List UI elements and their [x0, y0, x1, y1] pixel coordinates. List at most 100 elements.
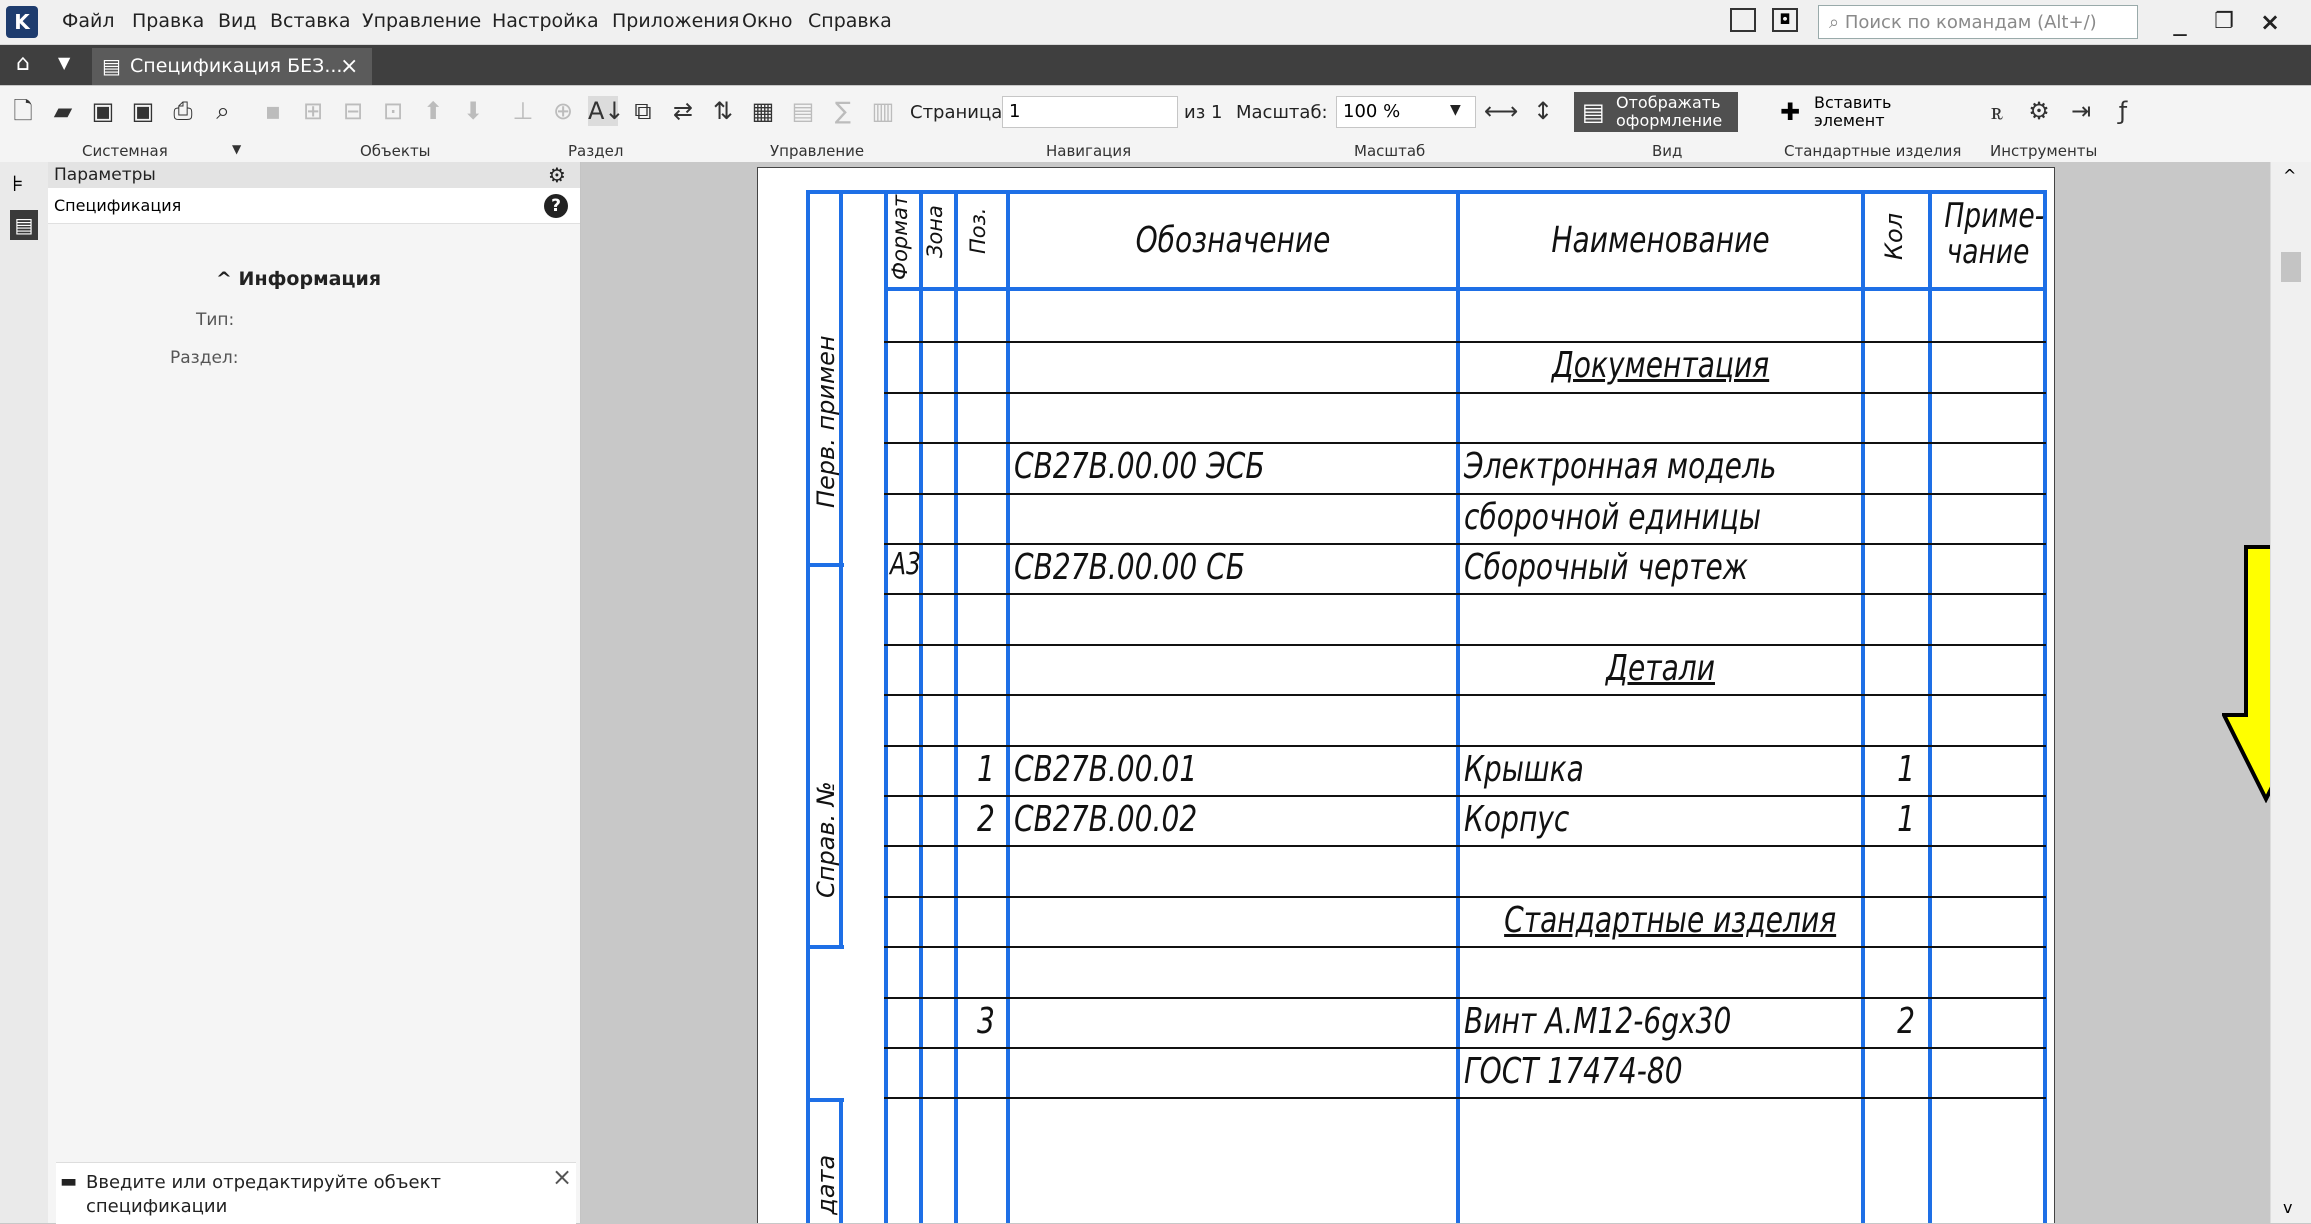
table-row[interactable]: [884, 946, 2046, 996]
sort-icon[interactable]: A↓: [588, 96, 625, 126]
sum-icon[interactable]: ∑: [828, 96, 858, 126]
table-icon[interactable]: ▤: [788, 96, 818, 126]
show-format-button[interactable]: ▤ Отображать оформление: [1574, 92, 1738, 132]
table-row[interactable]: 1 СВ27В.00.01 Крышка 1: [884, 745, 2046, 795]
menu-apps[interactable]: Приложения: [612, 10, 739, 32]
tab-specification[interactable]: ▤ Спецификация БЕЗ... ×: [92, 48, 372, 85]
add-base-icon[interactable]: ⊞: [298, 96, 328, 126]
scale-label: Масштаб:: [1236, 102, 1328, 123]
restore-icon[interactable]: ❐: [2202, 4, 2246, 40]
cell-pos: 1: [977, 749, 995, 790]
menu-file[interactable]: Файл: [62, 10, 115, 32]
home-icon[interactable]: ⌂: [16, 51, 30, 76]
section-icon[interactable]: ⊥: [508, 96, 538, 126]
help-icon[interactable]: ?: [544, 194, 568, 218]
group-dropdown-icon[interactable]: ▼: [232, 142, 241, 156]
drawing-area[interactable]: Формат Зона Поз. Обозначение Наименовани…: [581, 162, 2270, 1223]
cell-name-heading: Детали: [1606, 648, 1715, 689]
fit-height-icon[interactable]: ↕: [1528, 96, 1558, 126]
table-row[interactable]: [884, 593, 2046, 643]
save-icon[interactable]: ▣: [88, 96, 118, 126]
vertical-scrollbar[interactable]: ^ v: [2270, 162, 2311, 1223]
table-row[interactable]: 2 СВ27В.00.02 Корпус 1: [884, 795, 2046, 845]
side-date: и дата: [812, 1154, 840, 1223]
tools-icon[interactable]: ⚙: [2024, 96, 2054, 126]
minimize-icon[interactable]: _: [2158, 4, 2202, 40]
menu-insert[interactable]: Вставка: [270, 10, 351, 32]
table-row[interactable]: [884, 392, 2046, 442]
insert-element-button[interactable]: ✚ Вставить элемент: [1780, 92, 1930, 132]
table-row[interactable]: 3 Винт А.М12-6gx30 2: [884, 997, 2046, 1047]
table-row[interactable]: сборочной единицы: [884, 493, 2046, 543]
group-view: Вид: [1652, 142, 1683, 160]
table-row[interactable]: СВ27В.00.00 ЭСБ Электронная модель: [884, 442, 2046, 492]
move-down-icon[interactable]: ⬇: [458, 96, 488, 126]
info-section-header[interactable]: ^ Информация: [216, 268, 381, 290]
panel-header: Параметры ⚙: [48, 162, 580, 188]
hint-close-icon[interactable]: ×: [552, 1163, 572, 1191]
save-as-icon[interactable]: ▣: [128, 96, 158, 126]
menu-view[interactable]: Вид: [218, 10, 257, 32]
toolbar-groups: Системная ▼ Объекты Раздел Управление На…: [0, 140, 2311, 163]
preview-icon[interactable]: ⌕: [208, 96, 238, 126]
formula-icon[interactable]: ƒ: [2108, 96, 2138, 126]
menu-window[interactable]: Окно: [742, 10, 792, 32]
group-tools: Инструменты: [1990, 142, 2098, 160]
copy-icon[interactable]: ⧉: [628, 96, 658, 126]
panel-title: Параметры: [54, 165, 156, 185]
side-perv-primen: Перв. примен: [812, 335, 840, 508]
scroll-thumb[interactable]: [2281, 252, 2301, 282]
close-icon[interactable]: ×: [2248, 4, 2292, 40]
table-row[interactable]: Детали: [884, 644, 2046, 694]
screenshot-icon[interactable]: ◘: [1772, 8, 1798, 32]
menu-settings[interactable]: Настройка: [492, 10, 599, 32]
new-icon[interactable]: 🗋: [8, 96, 38, 126]
settings-gear-icon[interactable]: ⚙: [548, 162, 566, 188]
scale-dropdown-icon[interactable]: ▼: [1450, 102, 1461, 118]
cell-qty: 1: [1897, 799, 1915, 840]
reserve-icon[interactable]: ▦: [748, 96, 778, 126]
group-objects: Объекты: [360, 142, 431, 160]
cell-designation: СВ27В.00.00 СБ: [1014, 547, 1245, 588]
parameters-tab-icon[interactable]: ▤: [10, 210, 38, 240]
renumber-icon[interactable]: ⇅: [708, 96, 738, 126]
open-icon[interactable]: ▰: [48, 96, 78, 126]
scroll-down-icon[interactable]: v: [2283, 1198, 2292, 1217]
table-row[interactable]: Стандартные изделия: [884, 896, 2046, 946]
tree-icon[interactable]: ⊧: [12, 172, 23, 197]
chevron-down-icon[interactable]: ▼: [58, 53, 70, 72]
tab-title: Спецификация БЕЗ...: [130, 55, 343, 77]
app-logo-icon: K: [6, 6, 38, 38]
add-variant-icon[interactable]: ⊡: [378, 96, 408, 126]
cell-name: Винт А.М12-6gx30: [1464, 1001, 1732, 1042]
table-row[interactable]: [884, 694, 2046, 744]
menu-help[interactable]: Справка: [808, 10, 892, 32]
export-icon[interactable]: ⇥: [2066, 96, 2096, 126]
panel-subheader: Спецификация ?: [48, 188, 580, 224]
attribute-icon[interactable]: ꭱ: [1982, 96, 2012, 126]
command-search-input[interactable]: ⌕ Поиск по командам (Alt+/): [1818, 5, 2138, 39]
filter-icon[interactable]: ▥: [868, 96, 898, 126]
print-icon[interactable]: ⎙: [168, 96, 198, 126]
menu-edit[interactable]: Правка: [132, 10, 204, 32]
sync-icon[interactable]: ⇄: [668, 96, 698, 126]
move-up-icon[interactable]: ⬆: [418, 96, 448, 126]
left-panel-strip: ⊧ ▤: [0, 162, 49, 1223]
layout-icon[interactable]: [1730, 8, 1756, 32]
menu-manage[interactable]: Управление: [362, 10, 481, 32]
table-row[interactable]: А3 СВ27В.00.00 СБ Сборочный чертеж: [884, 543, 2046, 593]
subsection-icon[interactable]: ⊕: [548, 96, 578, 126]
add-object-icon[interactable]: ▪: [258, 96, 288, 126]
tab-close-icon[interactable]: ×: [340, 48, 358, 85]
type-label: Тип:: [196, 310, 235, 330]
fit-width-icon[interactable]: ⟷: [1484, 96, 1518, 126]
header-zone: Зона: [923, 205, 947, 258]
group-scale: Масштаб: [1354, 142, 1426, 160]
add-comment-icon[interactable]: ⊟: [338, 96, 368, 126]
scroll-up-icon[interactable]: ^: [2283, 166, 2296, 185]
table-row[interactable]: ГОСТ 17474-80: [884, 1047, 2046, 1097]
table-row[interactable]: [884, 291, 2046, 341]
page-input[interactable]: 1: [1002, 96, 1178, 128]
table-row[interactable]: Документация: [884, 341, 2046, 391]
table-row[interactable]: [884, 845, 2046, 895]
